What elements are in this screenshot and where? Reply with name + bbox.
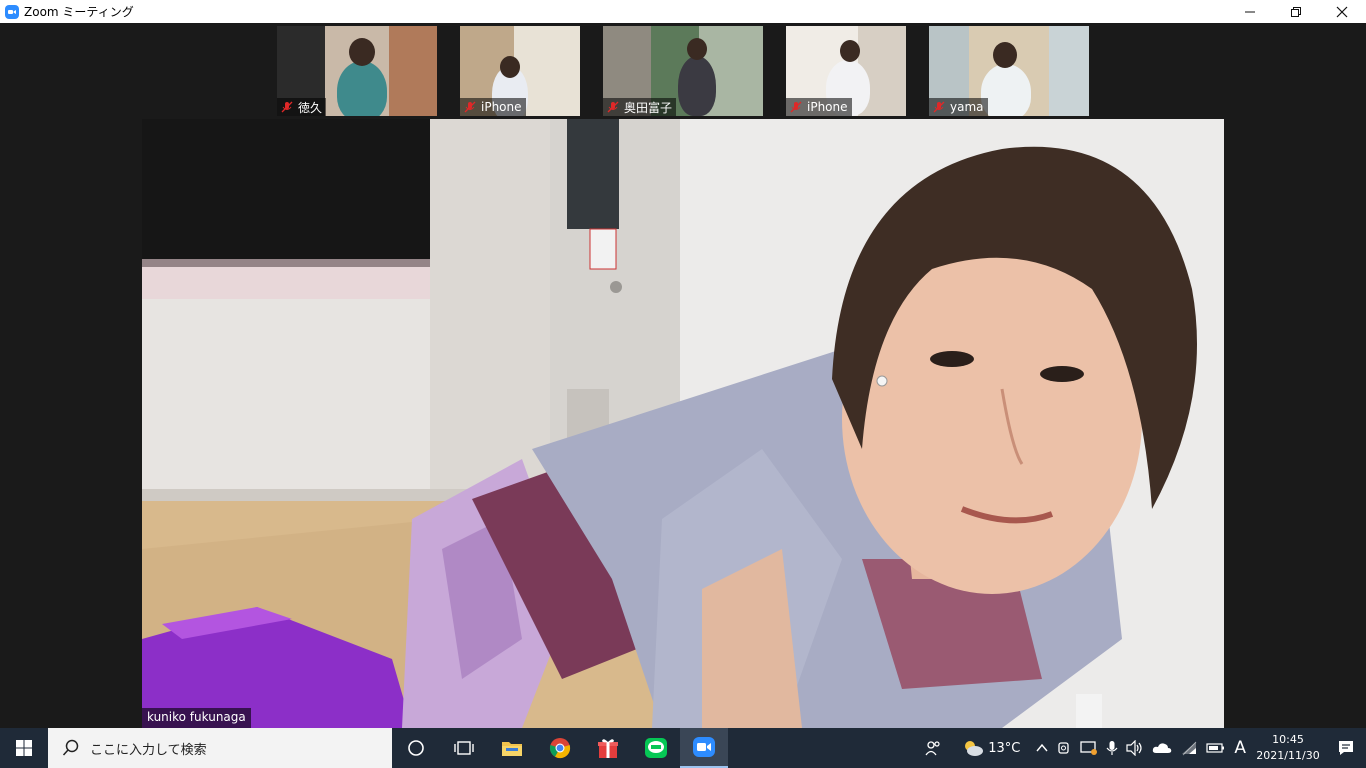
clock-date: 2021/11/30 [1256,749,1320,762]
participant-name: iPhone [807,100,848,114]
zoom-app-icon [5,4,19,19]
participant-video [337,61,387,116]
search-placeholder: ここに入力して検索 [90,742,207,758]
tray-camera-button[interactable] [1052,728,1076,768]
participant-label: iPhone [460,98,526,116]
taskbar-search-box[interactable]: ここに入力して検索 [48,728,392,768]
restore-icon [1291,6,1301,17]
zoom-icon [693,737,715,757]
active-speaker-name: kuniko fukunaga [142,708,251,728]
folder-icon [502,742,522,756]
wifi-signal-icon [1182,741,1197,756]
microphone-icon [1106,741,1118,755]
participant-name: iPhone [481,100,522,114]
active-speaker-video[interactable]: kuniko fukunaga [142,119,1224,728]
participant-label: yama [929,98,988,116]
file-explorer-button[interactable] [488,728,536,768]
taskbar-clock[interactable]: 10:45 2021/11/30 [1250,732,1326,764]
microphone-button[interactable] [1102,728,1122,768]
window-title: Zoom ミーティング [24,5,134,19]
ime-mode-indicator[interactable]: A [1230,728,1250,768]
restore-button[interactable] [1273,0,1319,23]
weather-temperature: 13°C [988,740,1021,756]
windows-icon [16,740,32,756]
line-app-button[interactable] [632,728,680,768]
camera-icon [1058,742,1070,754]
cloud-icon [1153,743,1172,753]
chevron-up-icon [1036,743,1048,752]
people-icon [925,741,940,756]
participant-video [981,64,1031,116]
participant-tile[interactable]: yama [929,26,1089,116]
task-view-button[interactable] [440,728,488,768]
participant-video [678,56,716,116]
tray-update-button[interactable] [1076,728,1102,768]
cortana-button[interactable] [392,728,440,768]
weather-widget[interactable]: 13°C [958,728,1024,768]
volume-button[interactable] [1122,728,1148,768]
line-icon [645,738,667,758]
close-icon [1336,6,1348,17]
participant-name: yama [950,100,984,114]
participant-label: 徳久 [277,98,327,116]
action-center-button[interactable] [1326,728,1366,768]
minimize-icon [1245,11,1255,12]
show-hidden-icons-button[interactable] [1032,728,1052,768]
participant-label: 奥田富子 [603,98,677,116]
gift-app-button[interactable] [584,728,632,768]
minimize-button[interactable] [1227,0,1273,23]
battery-button[interactable] [1202,728,1230,768]
notification-icon [1339,741,1353,755]
partly-cloudy-icon [965,741,984,756]
cortana-icon [408,740,424,756]
taskbar: ここに入力して検索 13°C A 10:45 2021/11/30 [0,728,1366,768]
title-bar: Zoom ミーティング [0,0,1366,23]
muted-mic-icon [281,101,293,113]
system-tray: 13°C A 10:45 2021/11/30 [920,728,1366,768]
people-button[interactable] [920,728,946,768]
participant-tile[interactable]: 奥田富子 [603,26,763,116]
search-icon [62,739,79,756]
speaker-volume-icon [1126,740,1142,756]
clock-time: 10:45 [1272,733,1304,746]
meeting-area: 徳久 iPhone 奥田富子 iPhone yama kuniko fukuna… [0,23,1366,728]
muted-mic-icon [464,101,476,113]
muted-mic-icon [790,101,802,113]
muted-mic-icon [607,101,619,113]
gift-icon [598,739,618,758]
participant-tile[interactable]: 徳久 [277,26,437,116]
chrome-button[interactable] [536,728,584,768]
chrome-icon [549,738,571,759]
participant-tile[interactable]: iPhone [460,26,580,116]
battery-icon [1206,743,1225,753]
zoom-app-button[interactable] [680,728,728,768]
participant-name: 奥田富子 [624,100,673,115]
muted-mic-icon [933,101,945,113]
speaker-video-frame [142,119,1224,728]
network-button[interactable] [1176,728,1202,768]
screen-alert-icon [1080,741,1098,755]
close-button[interactable] [1319,0,1365,23]
participant-name: 徳久 [298,100,323,115]
task-view-icon [454,741,474,755]
participant-tile[interactable]: iPhone [786,26,906,116]
participant-label: iPhone [786,98,852,116]
onedrive-button[interactable] [1148,728,1176,768]
start-button[interactable] [0,728,48,768]
